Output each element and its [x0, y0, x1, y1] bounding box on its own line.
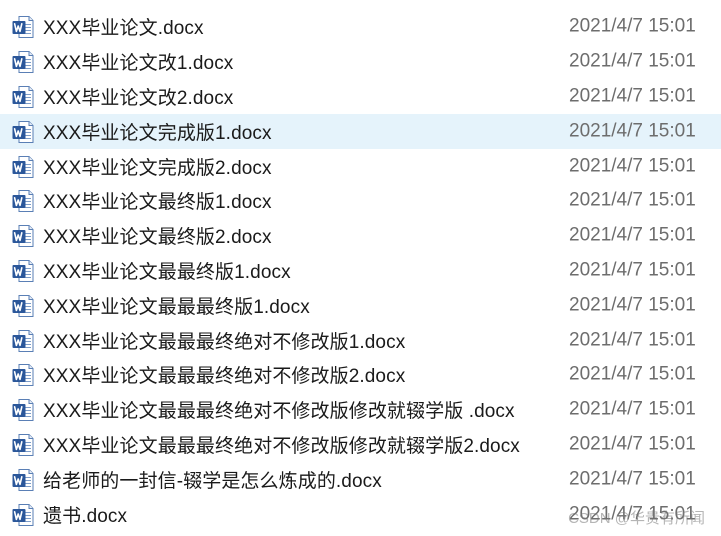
file-date-modified: 2021/4/7 15:01 [569, 15, 696, 37]
file-name: XXX毕业论文最最最终版1.docx [43, 296, 310, 318]
file-date-modified: 2021/4/7 15:01 [569, 433, 696, 455]
file-name: XXX毕业论文最终版1.docx [43, 192, 272, 214]
file-row[interactable]: XXX毕业论文最最最终版1.docx 2021/4/7 15:01 [0, 288, 721, 323]
file-date-modified: 2021/4/7 15:01 [569, 50, 696, 72]
file-list: XXX毕业论文.docx 2021/4/7 15:01 XXX毕业论文改1.do… [0, 10, 721, 532]
file-name: XXX毕业论文完成版1.docx [43, 122, 272, 144]
file-date-modified: 2021/4/7 15:01 [569, 189, 696, 211]
word-doc-icon [11, 224, 35, 248]
file-row[interactable]: XXX毕业论文完成版2.docx 2021/4/7 15:01 [0, 149, 721, 184]
file-date-modified: 2021/4/7 15:01 [569, 155, 696, 177]
file-date-modified: 2021/4/7 15:01 [569, 85, 696, 107]
word-doc-icon [11, 294, 35, 318]
file-name: XXX毕业论文最最最终绝对不修改版1.docx [43, 331, 406, 353]
file-row[interactable]: XXX毕业论文最终版2.docx 2021/4/7 15:01 [0, 219, 721, 254]
file-name: 给老师的一封信-辍学是怎么炼成的.docx [43, 470, 382, 492]
file-row[interactable]: XXX毕业论文最最最终绝对不修改版1.docx 2021/4/7 15:01 [0, 323, 721, 358]
file-name: XXX毕业论文改2.docx [43, 87, 234, 109]
word-doc-icon [11, 15, 35, 39]
file-date-modified: 2021/4/7 15:01 [569, 329, 696, 351]
word-doc-icon [11, 50, 35, 74]
word-doc-icon [11, 155, 35, 179]
file-row[interactable]: XXX毕业论文改2.docx 2021/4/7 15:01 [0, 80, 721, 115]
file-date-modified: 2021/4/7 15:01 [569, 294, 696, 316]
word-doc-icon [11, 503, 35, 527]
word-doc-icon [11, 259, 35, 283]
file-date-modified: 2021/4/7 15:01 [569, 363, 696, 385]
file-name: XXX毕业论文最终版2.docx [43, 227, 272, 249]
word-doc-icon [11, 85, 35, 109]
file-row[interactable]: 给老师的一封信-辍学是怎么炼成的.docx 2021/4/7 15:01 [0, 462, 721, 497]
file-row[interactable]: XXX毕业论文改1.docx 2021/4/7 15:01 [0, 45, 721, 80]
word-doc-icon [11, 363, 35, 387]
word-doc-icon [11, 433, 35, 457]
word-doc-icon [11, 329, 35, 353]
file-date-modified: 2021/4/7 15:01 [569, 224, 696, 246]
file-name: XXX毕业论文完成版2.docx [43, 157, 272, 179]
word-doc-icon [11, 189, 35, 213]
file-row[interactable]: XXX毕业论文.docx 2021/4/7 15:01 [0, 10, 721, 45]
file-date-modified: 2021/4/7 15:01 [569, 259, 696, 281]
watermark-text: CSDN @华贵有所闻 [568, 510, 705, 527]
file-name: XXX毕业论文最最最终绝对不修改版修改就辍学版2.docx [43, 435, 520, 457]
file-name: 遗书.docx [43, 505, 128, 527]
file-name: XXX毕业论文改1.docx [43, 53, 234, 75]
file-name: XXX毕业论文最最终版1.docx [43, 261, 291, 283]
file-rows: XXX毕业论文.docx 2021/4/7 15:01 XXX毕业论文改1.do… [0, 10, 721, 532]
file-name: XXX毕业论文.docx [43, 18, 204, 40]
word-doc-icon [11, 468, 35, 492]
file-name: XXX毕业论文最最最终绝对不修改版2.docx [43, 366, 406, 388]
file-row[interactable]: XXX毕业论文完成版1.docx 2021/4/7 15:01 [0, 114, 721, 150]
file-date-modified: 2021/4/7 15:01 [569, 120, 696, 142]
file-date-modified: 2021/4/7 15:01 [569, 468, 696, 490]
file-date-modified: 2021/4/7 15:01 [569, 398, 696, 420]
file-row[interactable]: XXX毕业论文最最终版1.docx 2021/4/7 15:01 [0, 254, 721, 289]
word-doc-icon [11, 398, 35, 422]
file-row[interactable]: XXX毕业论文最最最终绝对不修改版2.docx 2021/4/7 15:01 [0, 358, 721, 393]
file-name: XXX毕业论文最最最终绝对不修改版修改就辍学版 .docx [43, 401, 515, 423]
file-row[interactable]: XXX毕业论文最最最终绝对不修改版修改就辍学版 .docx 2021/4/7 1… [0, 393, 721, 428]
file-row[interactable]: XXX毕业论文最终版1.docx 2021/4/7 15:01 [0, 184, 721, 219]
file-row[interactable]: XXX毕业论文最最最终绝对不修改版修改就辍学版2.docx 2021/4/7 1… [0, 428, 721, 463]
word-doc-icon [11, 120, 35, 144]
